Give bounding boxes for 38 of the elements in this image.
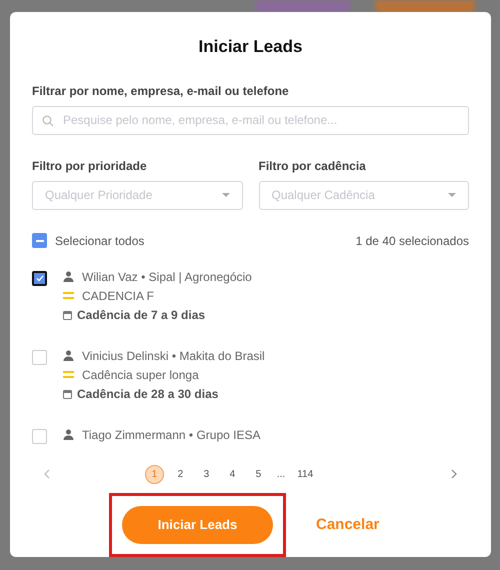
cadence-name: CADENCIA F (82, 288, 154, 304)
lead-name: Tiago Zimmermann • Grupo IESA (82, 426, 260, 444)
person-icon (63, 350, 74, 361)
cadence-interval: Cadência de 28 a 30 dias (77, 386, 218, 402)
previous-page-icon[interactable] (44, 469, 50, 480)
search-field[interactable]: Pesquise pelo nome, empresa, e-mail ou telefone... (32, 106, 469, 134)
dropdown-placeholder: Qualquer Prioridade (45, 187, 154, 204)
field-label: Filtro por cadência (258, 158, 367, 174)
page-button[interactable]: 4 (222, 464, 242, 484)
dropdown-placeholder: Qualquer Cadência (272, 187, 376, 204)
equals-icon (63, 371, 74, 378)
page-button[interactable]: 3 (196, 464, 216, 484)
equals-icon (63, 292, 74, 299)
field-label: Filtro por prioridade (32, 158, 148, 174)
dialog-title: Iniciar Leads (198, 36, 304, 58)
person-icon (63, 429, 74, 440)
lead-name: Vinicius Delinski • Makita do Brasil (82, 348, 265, 364)
next-page-icon[interactable] (451, 469, 457, 480)
page-button[interactable]: 2 (170, 464, 190, 484)
check-icon (36, 274, 44, 282)
lead-checkbox[interactable] (32, 270, 47, 286)
select-all-label: Selecionar todos (55, 232, 144, 250)
person-icon (63, 271, 74, 282)
field-label: Filtrar por nome, empresa, e-mail ou telefone (32, 82, 290, 100)
caret-icon (448, 193, 456, 197)
search-icon (42, 114, 54, 126)
calendar-icon (63, 388, 72, 398)
page-button[interactable]: 114 (294, 464, 316, 484)
lead-name: Wilian Vaz • Sipal | Agronegócio (82, 270, 252, 286)
cadence-name: Cadência super longa (82, 366, 199, 384)
selection-count: 1 de 40 selecionados (356, 232, 469, 250)
select-all-checkbox[interactable] (32, 233, 47, 248)
caret-icon (222, 193, 230, 197)
cadence-interval: Cadência de 7 a 9 dias (77, 306, 206, 324)
pagination-ellipsis: ... (276, 468, 286, 482)
calendar-icon (63, 310, 72, 320)
minus-icon (36, 240, 44, 242)
page-button[interactable]: 5 (248, 464, 268, 484)
